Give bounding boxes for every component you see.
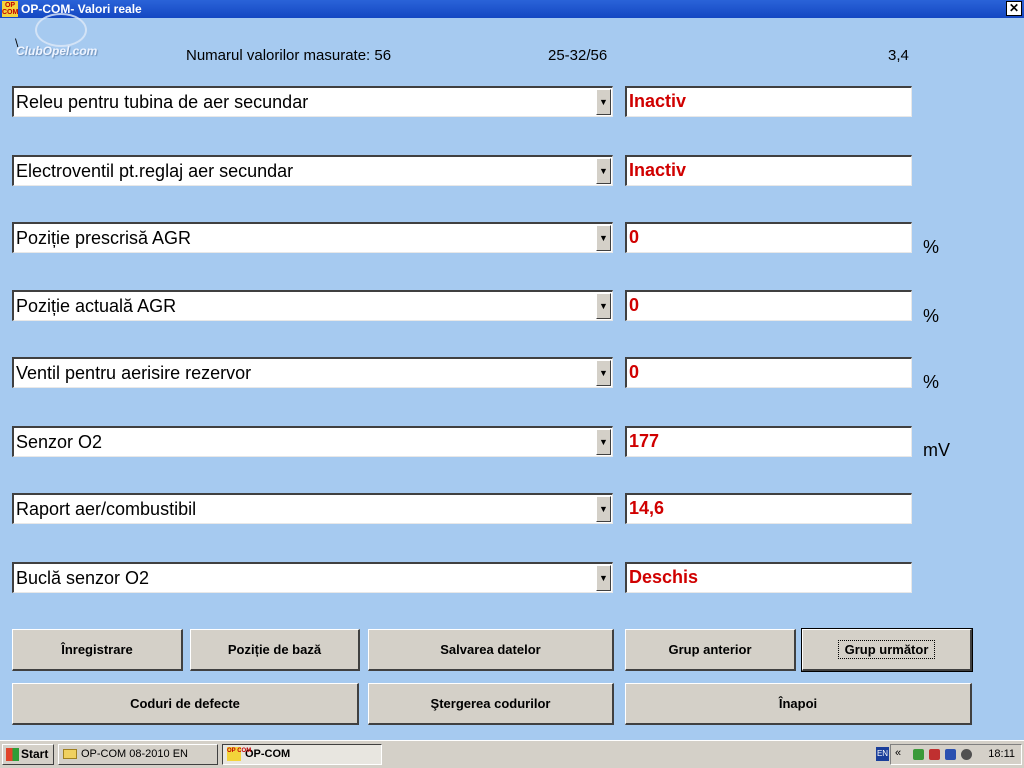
next-group-button[interactable]: Grup următor [801,628,973,672]
chevron-down-icon[interactable]: ▼ [596,496,611,522]
unit-label-3: % [923,237,940,257]
taskbar-item-label: OP-COM 08-2010 EN [81,748,188,760]
parameter-select-7[interactable]: Raport aer/combustibil ▼ [12,493,613,524]
base-position-button-label: Poziție de bază [227,642,322,657]
record-button[interactable]: Înregistrare [12,629,183,671]
parameter-select-8[interactable]: Buclă senzor O2 ▼ [12,562,613,593]
save-data-button-label: Salvarea datelor [440,642,541,657]
value-field-2: Inactiv [625,155,912,186]
value-text: 0 [629,362,640,382]
logo-ring-icon [35,13,87,47]
folder-icon [63,749,77,759]
chevron-down-icon[interactable]: ▼ [596,360,611,386]
close-button[interactable]: ✕ [1006,1,1022,16]
measured-values-count: Numarul valorilor masurate: 56 [186,47,392,64]
opcom-app-icon: OP COM [227,747,251,761]
fault-codes-button-label: Coduri de defecte [130,696,240,711]
windows-logo-icon [6,748,19,761]
value-text: Inactiv [629,160,687,180]
value-text: 14,6 [629,498,665,518]
clear-codes-button[interactable]: Ştergerea codurilor [368,683,614,725]
window-title: OP-COM- Valori reale [21,2,142,16]
parameter-label: Ventil pentru aerisire rezervor [16,363,252,383]
speaker-icon[interactable] [961,749,972,760]
device-icon[interactable] [945,749,956,760]
chevron-down-icon[interactable]: ▼ [596,429,611,455]
back-button[interactable]: Înapoi [625,683,972,725]
tray-expand-icon[interactable]: « [895,747,901,759]
parameter-label: Buclă senzor O2 [16,568,150,588]
value-field-4: 0 [625,290,912,321]
clubopel-logo: ClubOpel.com [16,44,98,58]
value-text: 0 [629,295,640,315]
taskbar-item-label: OP-COM [245,748,291,760]
unit-label-5: % [923,372,940,392]
value-text: 0 [629,227,640,247]
parameter-select-5[interactable]: Ventil pentru aerisire rezervor ▼ [12,357,613,388]
title-bar: OP COM OP-COM- Valori reale ✕ [0,0,1024,18]
value-range: 25-32/56 [548,47,608,64]
value-field-1: Inactiv [625,86,912,117]
parameter-select-2[interactable]: Electroventil pt.reglaj aer secundar ▼ [12,155,613,186]
language-indicator[interactable]: EN [876,747,889,761]
taskbar-item-opcom[interactable]: OP COM OP-COM [222,744,382,765]
value-text: 177 [629,431,660,451]
value-field-8: Deschis [625,562,912,593]
value-field-7: 14,6 [625,493,912,524]
taskbar-item-opcom-folder[interactable]: OP-COM 08-2010 EN [58,744,218,765]
system-tray: « 18:11 [890,744,1022,765]
chevron-down-icon[interactable]: ▼ [596,225,611,251]
back-button-label: Înapoi [778,696,818,711]
parameter-label: Senzor O2 [16,432,103,452]
taskbar: Start OP-COM 08-2010 EN OP COM OP-COM « … [0,740,1024,768]
base-position-button[interactable]: Poziție de bază [190,629,360,671]
parameter-select-3[interactable]: Poziție prescrisă AGR ▼ [12,222,613,253]
parameter-label: Poziție actuală AGR [16,296,177,316]
previous-group-button[interactable]: Grup anterior [625,629,796,671]
parameter-select-6[interactable]: Senzor O2 ▼ [12,426,613,457]
parameter-label: Electroventil pt.reglaj aer secundar [16,161,294,181]
value-field-6: 177 [625,426,912,457]
chevron-down-icon[interactable]: ▼ [596,293,611,319]
value-field-5: 0 [625,357,912,388]
chevron-down-icon[interactable]: ▼ [596,565,611,591]
unit-label-4: % [923,306,940,326]
chevron-down-icon[interactable]: ▼ [596,89,611,115]
value-text: Inactiv [629,91,687,111]
unit-label-6: mV [923,440,950,460]
parameter-select-1[interactable]: Releu pentru tubina de aer secundar ▼ [12,86,613,117]
start-label: Start [21,747,49,761]
next-group-button-label: Grup următor [837,640,936,659]
fault-codes-button[interactable]: Coduri de defecte [12,683,359,725]
value-text: Deschis [629,567,699,587]
network-icon[interactable] [913,749,924,760]
clock: 18:11 [988,748,1015,760]
parameter-label: Releu pentru tubina de aer secundar [16,92,309,112]
value-field-3: 0 [625,222,912,253]
record-button-label: Înregistrare [61,642,133,657]
parameter-label: Raport aer/combustibil [16,499,197,519]
clear-codes-button-label: Ştergerea codurilor [430,696,551,711]
parameter-select-4[interactable]: Poziție actuală AGR ▼ [12,290,613,321]
previous-group-button-label: Grup anterior [668,642,752,657]
chevron-down-icon[interactable]: ▼ [596,158,611,184]
save-data-button[interactable]: Salvarea datelor [368,629,614,671]
parameter-label: Poziție prescrisă AGR [16,228,192,248]
start-button[interactable]: Start [2,744,54,765]
opcom-app-icon: OP COM [2,1,19,17]
version-number: 3,4 [888,47,909,64]
security-icon[interactable] [929,749,940,760]
